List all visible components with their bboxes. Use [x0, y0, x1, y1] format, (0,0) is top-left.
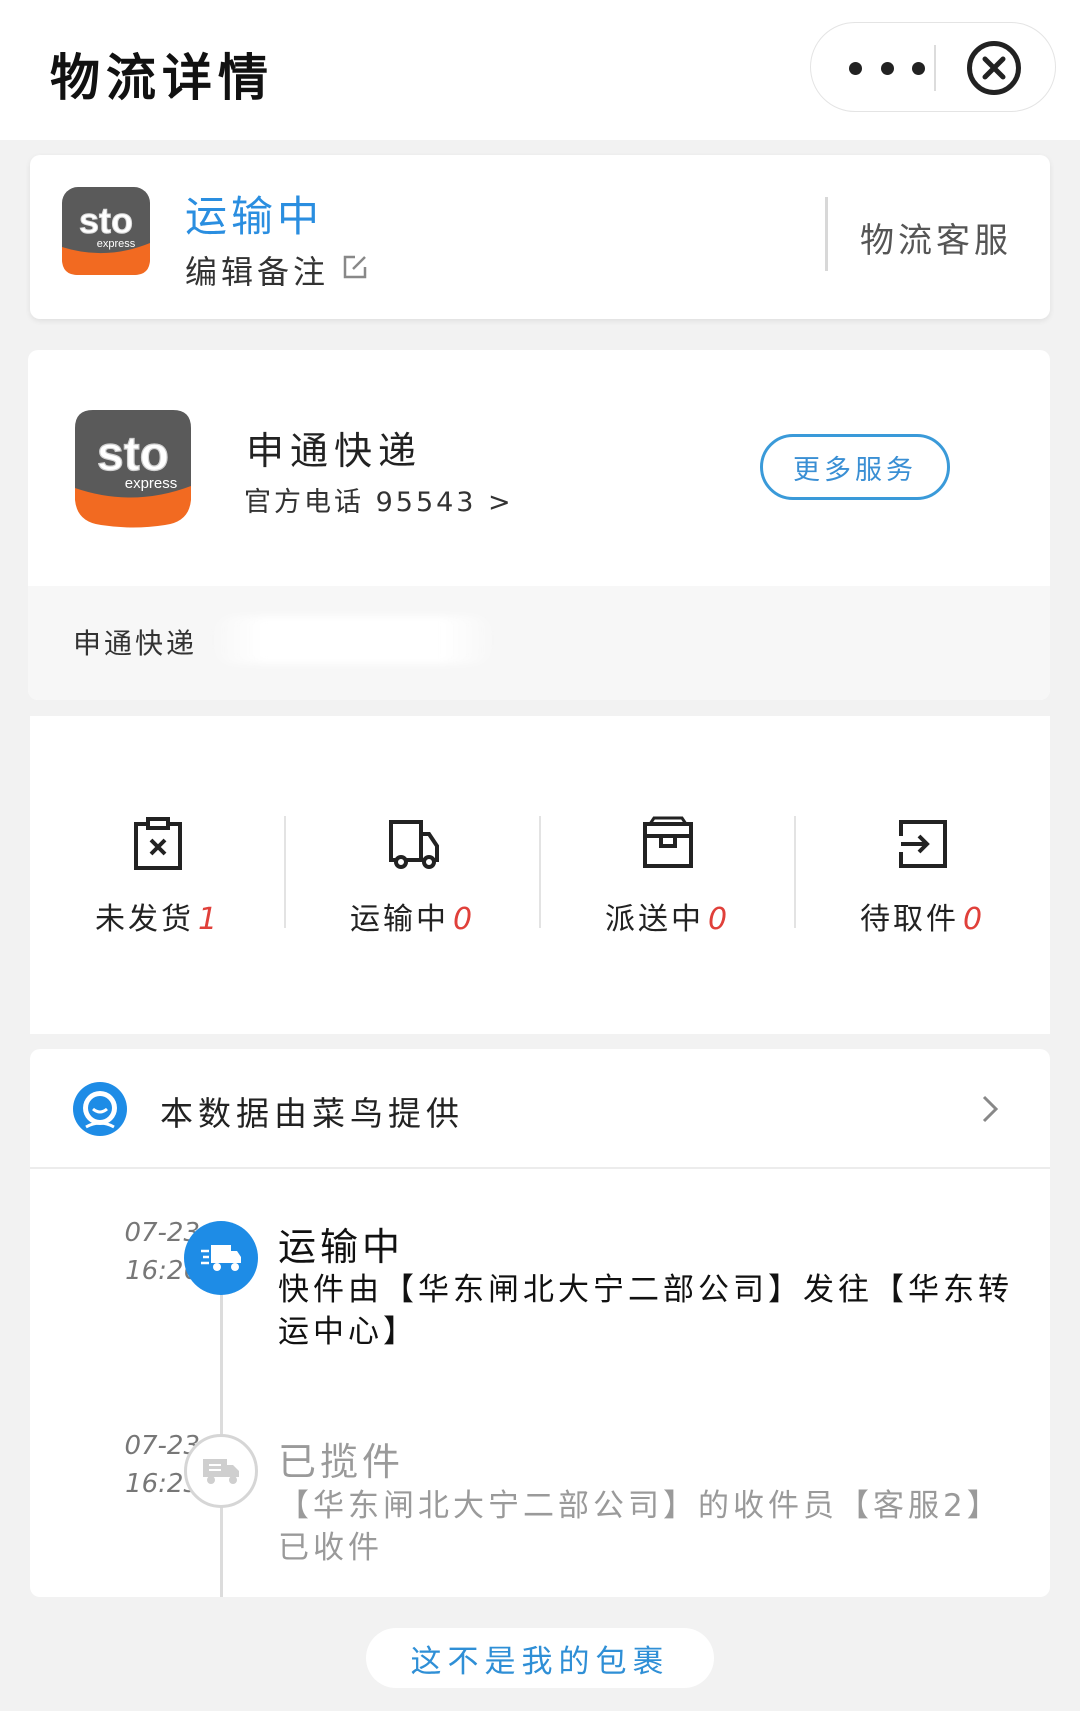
- stat-count: 1: [197, 902, 221, 937]
- company-phone-link[interactable]: 官方电话 95543 >: [244, 480, 514, 519]
- stat-awaiting-pickup[interactable]: 待取件 0: [795, 816, 1050, 946]
- stat-label: 未发货: [94, 902, 194, 937]
- stat-delivering[interactable]: 派送中 0: [540, 816, 795, 946]
- stat-label: 运输中: [349, 902, 449, 937]
- sto-logo-large-icon: sto express: [73, 408, 193, 528]
- company-name: 申通快递: [246, 429, 423, 473]
- sto-logo-icon: sto express: [60, 185, 152, 277]
- event-title: 运输中: [278, 1225, 405, 1269]
- data-provider-text: 本数据由菜鸟提供: [160, 1094, 464, 1133]
- data-provider-row[interactable]: 本数据由菜鸟提供: [30, 1049, 1050, 1169]
- event-title: 已揽件: [278, 1440, 405, 1484]
- event-description: 【华东闸北大宁二部公司】的收件员【客服2】已收件: [278, 1488, 1002, 1566]
- svg-text:sto: sto: [79, 200, 133, 241]
- stat-count: 0: [962, 902, 986, 937]
- chevron-right-icon: [980, 1093, 1000, 1129]
- truck-icon: [385, 816, 441, 872]
- page-title: 物流详情: [50, 49, 274, 107]
- edit-icon: [341, 251, 369, 289]
- event-description: 快件由【华东闸北大宁二部公司】发往【华东转运中心】: [278, 1272, 1013, 1350]
- more-services-button[interactable]: 更多服务: [760, 434, 950, 500]
- status-card: sto express 运输中 编辑备注 物流客服: [30, 155, 1050, 319]
- stat-label: 派送中: [604, 902, 704, 937]
- edit-note-button[interactable]: 编辑备注: [185, 247, 369, 293]
- svg-text:express: express: [125, 475, 178, 492]
- svg-text:sto: sto: [97, 428, 169, 481]
- stat-in-transit[interactable]: 运输中 0: [285, 816, 540, 946]
- app-header: 物流详情: [0, 0, 1080, 140]
- logistics-service-link[interactable]: 物流客服: [860, 213, 1012, 262]
- tracking-timeline-card: 本数据由菜鸟提供 07-23 16:26 运输中 快件由【华东闸北大宁二部公司】…: [30, 1049, 1050, 1597]
- pickup-arrow-icon: [895, 816, 951, 872]
- svg-text:express: express: [97, 238, 136, 250]
- clipboard-x-icon: [130, 816, 186, 872]
- status-divider: [825, 197, 828, 271]
- company-card: sto express 申通快递 官方电话 95543 > 更多服务 申通快递: [28, 350, 1050, 700]
- event-date: 07-23: [124, 1218, 200, 1248]
- edit-note-label: 编辑备注: [185, 253, 330, 291]
- stat-count: 0: [452, 902, 476, 937]
- event-date: 07-23: [124, 1431, 200, 1461]
- tracking-company-label: 申通快递: [73, 627, 198, 660]
- close-icon[interactable]: [967, 41, 1021, 95]
- cainiao-bird-icon: [72, 1081, 128, 1137]
- truck-icon: [184, 1221, 258, 1295]
- shipment-status: 运输中: [185, 192, 324, 241]
- mini-program-capsule: [810, 22, 1056, 112]
- tracking-number-row: 申通快递: [28, 586, 1050, 700]
- package-stats-card: 未发货 1 运输中 0 派送中 0 待取件 0: [30, 716, 1050, 1034]
- stat-unshipped[interactable]: 未发货 1: [30, 816, 285, 946]
- stat-count: 0: [707, 902, 731, 937]
- stat-label: 待取件: [859, 902, 959, 937]
- capsule-divider: [934, 45, 936, 91]
- box-icon: [640, 816, 696, 872]
- not-my-package-button[interactable]: 这不是我的包裹: [366, 1628, 714, 1688]
- page: 物流详情 sto express 运输中 编辑备注 物流客服 sto expre…: [0, 0, 1080, 1711]
- truck-icon: [184, 1434, 258, 1508]
- more-menu-icon[interactable]: [849, 51, 925, 85]
- tracking-number-redacted: [208, 616, 498, 664]
